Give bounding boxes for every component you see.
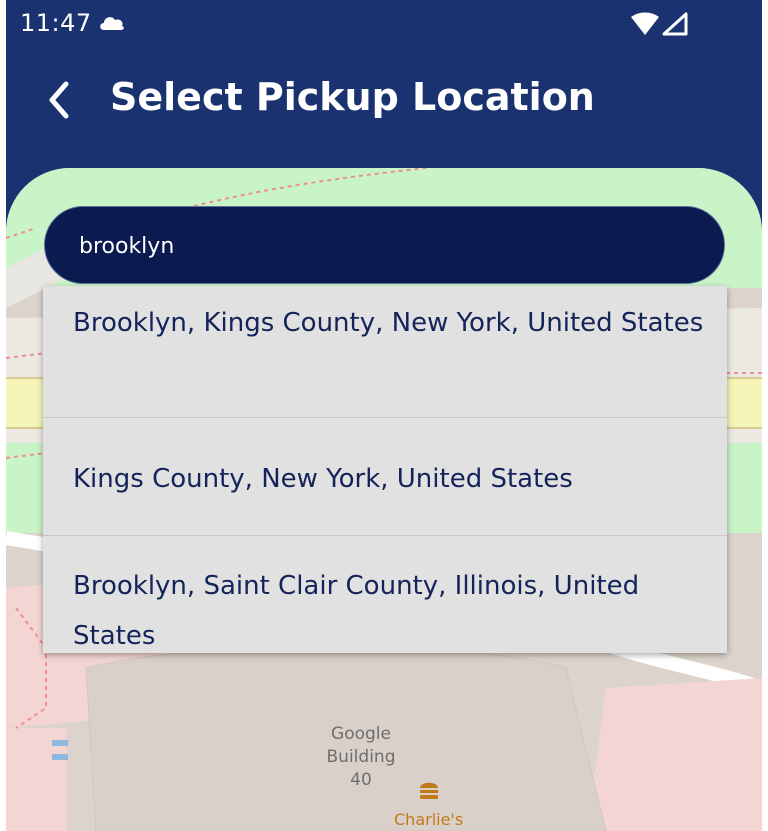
suggestion-item[interactable]: Kings County, New York, United States xyxy=(43,454,727,504)
divider xyxy=(43,535,727,536)
signal-icon xyxy=(662,12,688,36)
map-poi-label: Charlie's xyxy=(394,810,464,829)
wifi-icon xyxy=(631,12,659,35)
search-input[interactable] xyxy=(79,231,679,261)
suggestion-item[interactable]: Brooklyn, Saint Clair County, Illinois, … xyxy=(43,561,727,653)
divider xyxy=(43,417,727,418)
suggestions-list: Brooklyn, Kings County, New York, United… xyxy=(43,286,727,653)
search-bar[interactable] xyxy=(44,206,725,284)
burger-icon xyxy=(420,782,438,799)
status-bar: 11:47 xyxy=(6,0,762,50)
page-title: Select Pickup Location xyxy=(110,75,595,119)
app-screen: 11:47 Select Pickup Location Google Buil… xyxy=(6,0,762,831)
cloud-icon xyxy=(100,17,124,30)
status-time: 11:47 xyxy=(20,9,92,37)
chevron-left-icon xyxy=(49,81,69,119)
suggestion-item[interactable]: Brooklyn, Kings County, New York, United… xyxy=(43,298,727,348)
back-button[interactable] xyxy=(36,78,80,122)
map-building-label: Google Building 40 xyxy=(326,724,396,790)
app-bar: Select Pickup Location xyxy=(6,60,762,140)
